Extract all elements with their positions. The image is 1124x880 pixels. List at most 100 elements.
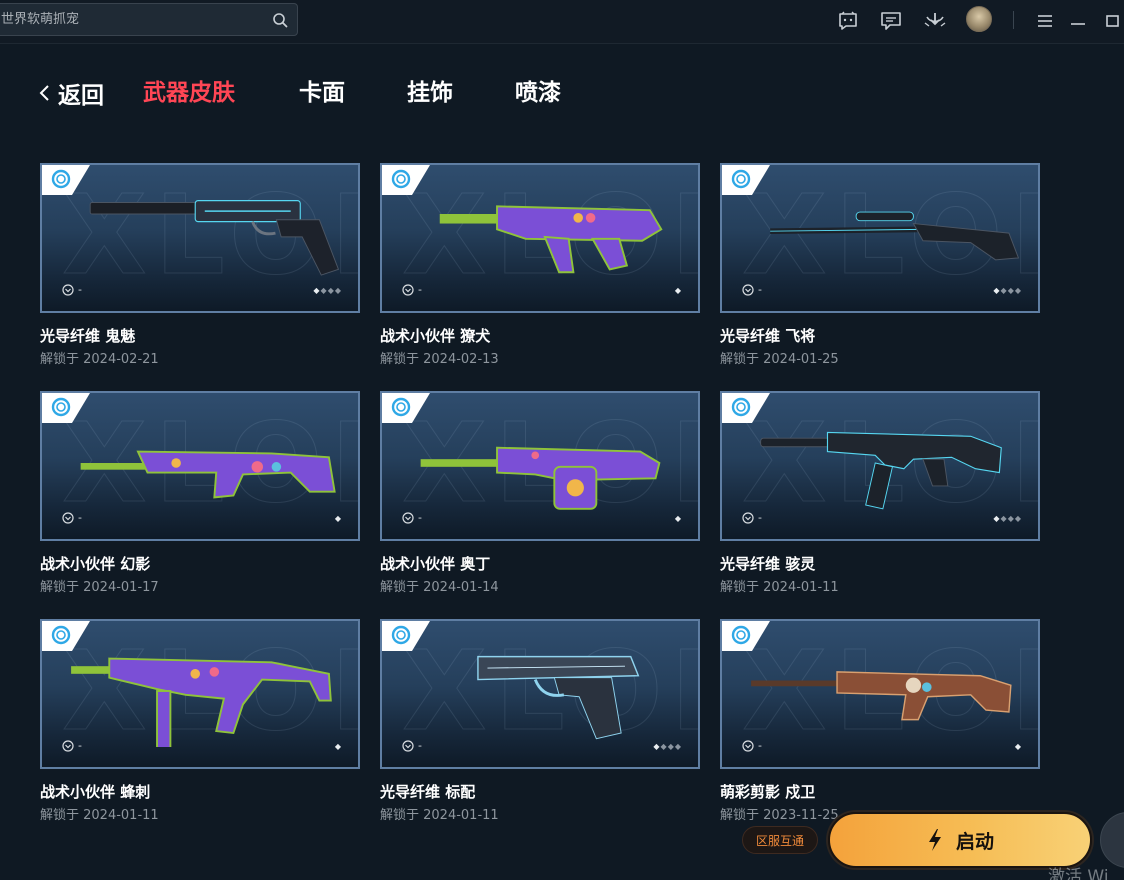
weapon-image	[80, 450, 336, 499]
skin-card[interactable]: XLOI - ◆◆◆◆ 光导纤维 骇灵 解锁于 2024-01-11	[720, 391, 1040, 595]
weapon-image	[760, 431, 1002, 510]
skin-unlock-date: 解锁于 2024-01-25	[720, 352, 839, 367]
level-icon	[62, 511, 74, 524]
skin-thumbnail[interactable]: XLOI - ◆◆◆◆	[720, 391, 1040, 541]
skin-card[interactable]: XLOI - ◆◆◆◆ 光导纤维 飞将 解锁于 2024-01-25	[720, 163, 1040, 367]
tier-diamonds: ◆◆◆◆	[993, 286, 1022, 295]
skin-name: 战术小伙伴 幻影	[40, 555, 151, 573]
skin-card[interactable]: XLOI - ◆◆◆◆ 光导纤维 鬼魅 解锁于 2024-02-21	[40, 163, 360, 367]
chevron-left-icon	[39, 85, 49, 101]
skin-card[interactable]: XLOI - ◆ 萌彩剪影 戍卫 解锁于 2023-11-25	[720, 619, 1040, 823]
skin-card[interactable]: XLOI - ◆◆◆◆ 光导纤维 标配 解锁于 2024-01-11	[380, 619, 700, 823]
skin-thumbnail[interactable]: XLOI - ◆◆◆◆	[40, 163, 360, 313]
region-button[interactable]: 区服互通	[742, 826, 818, 854]
level-value: -	[78, 283, 82, 296]
level-indicator: -	[62, 511, 82, 524]
menu-icon[interactable]	[1033, 9, 1057, 33]
avatar[interactable]	[966, 6, 992, 32]
tier-diamonds: ◆◆◆◆	[653, 742, 682, 751]
level-icon	[62, 739, 74, 752]
level-value: -	[418, 739, 422, 752]
level-indicator: -	[402, 283, 422, 296]
skin-thumbnail[interactable]: XLOI - ◆	[380, 163, 700, 313]
tab-cards[interactable]: 卡面	[299, 78, 345, 108]
skin-name: 光导纤维 骇灵	[720, 555, 816, 573]
skin-name: 光导纤维 标配	[380, 783, 476, 801]
skin-unlock-date: 解锁于 2024-01-11	[720, 580, 839, 595]
title-bar	[0, 0, 1124, 44]
weapon-image	[89, 200, 340, 276]
level-value: -	[78, 511, 82, 524]
skin-card[interactable]: XLOI - ◆ 战术小伙伴 奥丁 解锁于 2024-01-14	[380, 391, 700, 595]
level-value: -	[758, 283, 762, 296]
level-icon	[402, 739, 414, 752]
chat-bubble-icon[interactable]	[836, 9, 860, 33]
skin-thumbnail[interactable]: XLOI - ◆◆◆◆	[380, 619, 700, 769]
skin-unlock-date: 解锁于 2024-02-13	[380, 352, 499, 367]
tab-weapon-skins[interactable]: 武器皮肤	[143, 78, 235, 108]
level-indicator: -	[742, 739, 762, 752]
tab-sprays[interactable]: 喷漆	[515, 78, 561, 108]
tier-diamonds: ◆	[674, 286, 682, 295]
level-indicator: -	[742, 283, 762, 296]
skin-name: 光导纤维 飞将	[720, 327, 816, 345]
minimize-icon[interactable]	[1066, 9, 1090, 33]
search-input[interactable]	[1, 4, 261, 35]
level-indicator: -	[402, 739, 422, 752]
skin-name: 萌彩剪影 戍卫	[720, 783, 816, 801]
download-icon[interactable]	[923, 9, 947, 33]
weapon-image	[477, 655, 640, 740]
level-value: -	[418, 283, 422, 296]
tier-diamonds: ◆	[334, 742, 342, 751]
skin-card[interactable]: XLOI - ◆ 战术小伙伴 蜂刺 解锁于 2024-01-11	[40, 619, 360, 823]
skin-name: 战术小伙伴 蜂刺	[40, 783, 151, 801]
skin-unlock-date: 解锁于 2023-11-25	[720, 808, 839, 823]
search-box[interactable]	[0, 3, 298, 36]
level-value: -	[758, 511, 762, 524]
skin-card[interactable]: XLOI - ◆ 战术小伙伴 獠犬 解锁于 2024-02-13	[380, 163, 700, 367]
weapon-image	[439, 205, 663, 274]
tier-diamonds: ◆	[334, 514, 342, 523]
skin-name: 战术小伙伴 獠犬	[380, 327, 491, 345]
level-icon	[742, 511, 754, 524]
skin-unlock-date: 解锁于 2024-01-17	[40, 580, 159, 595]
skin-thumbnail[interactable]: XLOI - ◆	[40, 619, 360, 769]
back-label: 返回	[58, 83, 104, 109]
tab-charms[interactable]: 挂饰	[407, 78, 453, 108]
skin-name: 战术小伙伴 奥丁	[380, 555, 491, 573]
divider	[1013, 11, 1014, 29]
level-value: -	[418, 511, 422, 524]
weapon-image	[420, 446, 661, 510]
search-icon[interactable]	[272, 12, 288, 28]
level-value: -	[78, 739, 82, 752]
level-indicator: -	[742, 511, 762, 524]
maximize-icon[interactable]	[1100, 9, 1124, 33]
skin-thumbnail[interactable]: XLOI - ◆	[720, 619, 1040, 769]
os-activation-watermark: 激活 Wi	[1048, 867, 1109, 880]
level-indicator: -	[62, 739, 82, 752]
level-icon	[742, 739, 754, 752]
level-indicator: -	[402, 511, 422, 524]
level-icon	[402, 511, 414, 524]
tier-diamonds: ◆◆◆◆	[313, 286, 342, 295]
lightning-icon	[928, 829, 941, 851]
skin-thumbnail[interactable]: XLOI - ◆	[40, 391, 360, 541]
back-button[interactable]: 返回	[38, 78, 104, 109]
skin-unlock-date: 解锁于 2024-01-11	[40, 808, 159, 823]
skin-thumbnail[interactable]: XLOI - ◆	[380, 391, 700, 541]
tier-diamonds: ◆	[1014, 742, 1022, 751]
launch-button[interactable]: 启动	[828, 812, 1092, 868]
message-icon[interactable]	[879, 9, 903, 33]
skin-unlock-date: 解锁于 2024-01-14	[380, 580, 499, 595]
level-indicator: -	[62, 283, 82, 296]
level-value: -	[758, 739, 762, 752]
skin-thumbnail[interactable]: XLOI - ◆◆◆◆	[720, 163, 1040, 313]
skin-grid: XLOI - ◆◆◆◆ 光导纤维 鬼魅 解锁于 2024-02-21 - ◆ 战…	[0, 120, 1124, 880]
skin-unlock-date: 解锁于 2024-01-11	[380, 808, 499, 823]
level-icon	[742, 283, 754, 296]
skin-card[interactable]: XLOI - ◆ 战术小伙伴 幻影 解锁于 2024-01-17	[40, 391, 360, 595]
skin-unlock-date: 解锁于 2024-02-21	[40, 352, 159, 367]
weapon-image	[770, 211, 1020, 261]
tier-diamonds: ◆	[674, 514, 682, 523]
weapon-image	[751, 671, 1012, 721]
